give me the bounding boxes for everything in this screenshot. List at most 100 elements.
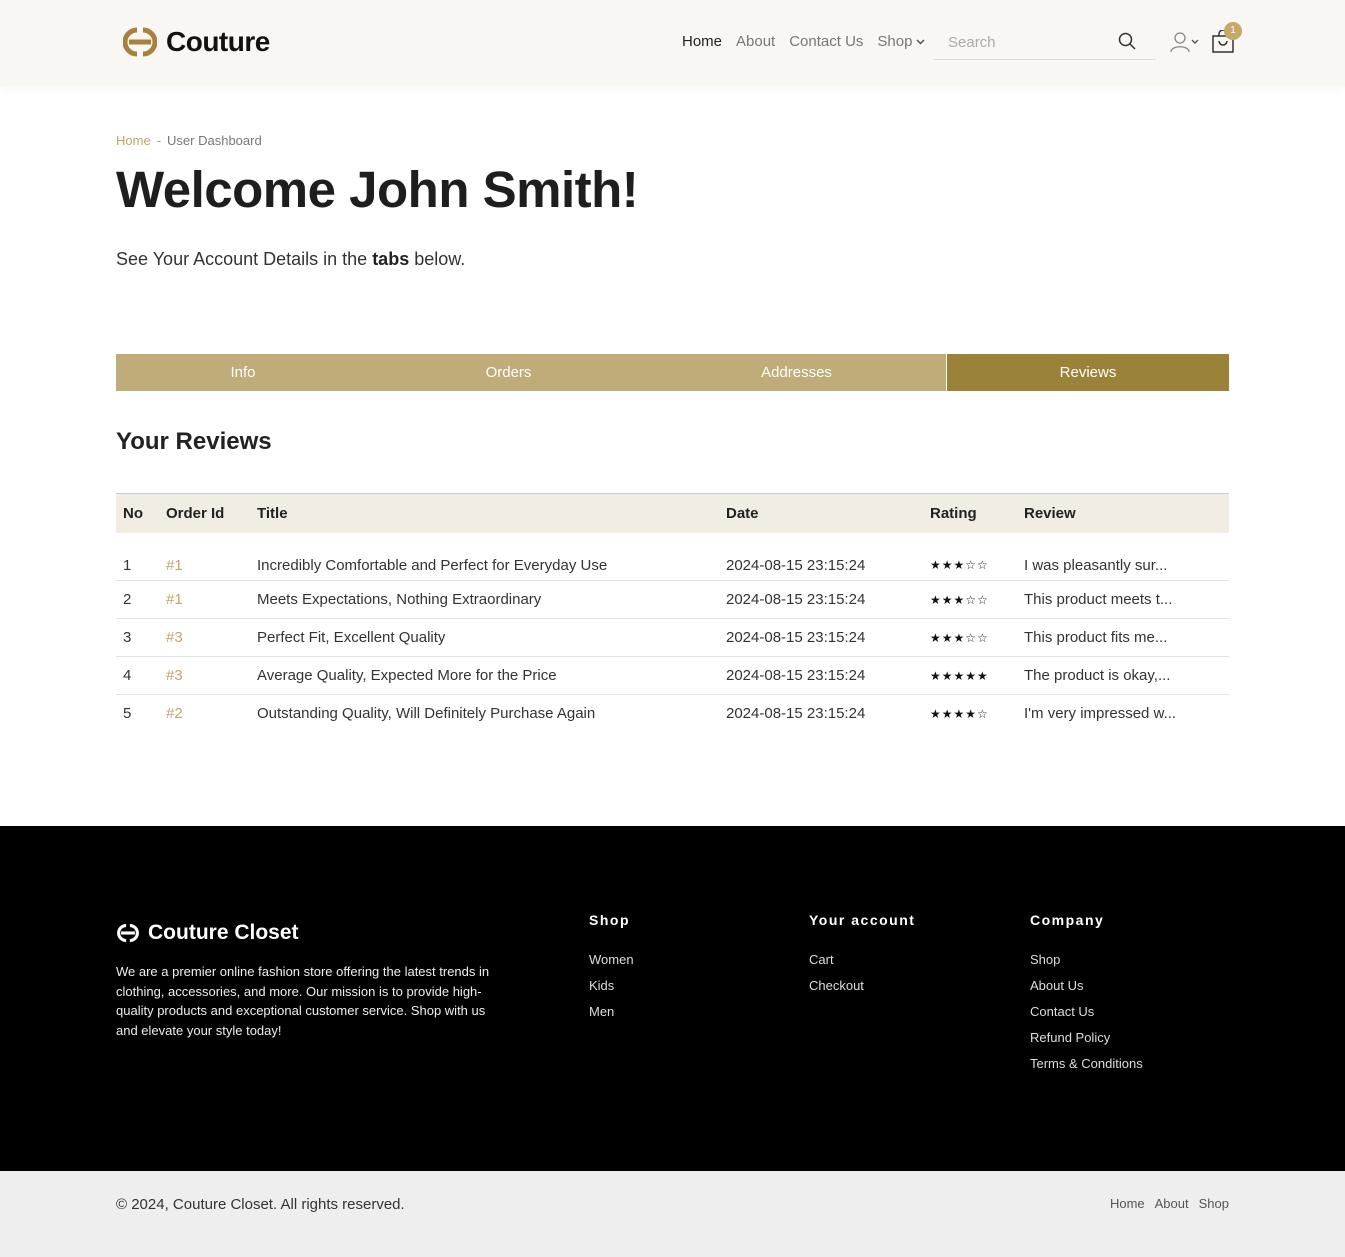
footer-link-men[interactable]: Men (589, 1004, 634, 1019)
subtitle-before: See Your Account Details in the (116, 249, 373, 269)
nav-home[interactable]: Home (682, 33, 722, 50)
site-footer: Couture Closet We are a premier online f… (0, 826, 1345, 1171)
nav-shop-label: Shop (877, 33, 913, 50)
cell-date: 2024-08-15 23:15:24 (719, 618, 923, 657)
nav-about[interactable]: About (736, 33, 775, 50)
tab-reviews[interactable]: Reviews (946, 354, 1229, 391)
footer-column-company: Company Shop About Us Contact Us Refund … (1030, 912, 1143, 1082)
subtitle-bold: tabs (372, 249, 410, 269)
brand-logo[interactable]: Couture (123, 26, 270, 58)
footer-about-text: We are a premier online fashion store of… (116, 964, 490, 1038)
cell-no: 2 (116, 580, 159, 619)
bottom-link-about[interactable]: About (1155, 1196, 1189, 1211)
tab-orders[interactable]: Orders (370, 354, 647, 391)
order-link[interactable]: #3 (159, 656, 250, 695)
breadcrumb: Home - User Dashboard (116, 133, 262, 148)
search-icon[interactable] (1118, 32, 1136, 50)
footer-link-refund-policy[interactable]: Refund Policy (1030, 1030, 1143, 1045)
dashboard-tabs: Info Orders Addresses Reviews (116, 354, 1229, 391)
table-row: 2 #1 Meets Expectations, Nothing Extraor… (116, 580, 1229, 619)
nav-contact[interactable]: Contact Us (789, 33, 863, 50)
subtitle-after: below. (409, 249, 466, 269)
footer-link-women[interactable]: Women (589, 952, 634, 967)
table-header-row: No Order Id Title Date Rating Review (116, 493, 1229, 533)
cell-review: This product fits me... (1017, 618, 1229, 657)
order-link[interactable]: #1 (159, 532, 250, 581)
site-header: Couture Home About Contact Us Shop 1 (0, 0, 1345, 86)
cell-review: This product meets t... (1017, 580, 1229, 619)
user-icon[interactable] (1170, 31, 1200, 53)
chevron-down-icon (916, 38, 925, 45)
star-rating: ★★★☆☆ (923, 580, 1017, 619)
table-row: 3 #3 Perfect Fit, Excellent Quality 2024… (116, 618, 1229, 657)
order-link[interactable]: #1 (159, 580, 250, 619)
reviews-table: No Order Id Title Date Rating Review 1 #… (116, 493, 1229, 733)
star-rating: ★★★☆☆ (923, 532, 1017, 581)
tab-info[interactable]: Info (116, 354, 370, 391)
order-link[interactable]: #3 (159, 618, 250, 657)
table-row: 5 #2 Outstanding Quality, Will Definitel… (116, 695, 1229, 733)
cell-no: 3 (116, 618, 159, 657)
footer-bottom-bar: © 2024, Couture Closet. All rights reser… (0, 1171, 1345, 1257)
footer-link-about-us[interactable]: About Us (1030, 978, 1143, 993)
logo-mark-icon (117, 923, 139, 943)
footer-link-checkout[interactable]: Checkout (809, 978, 915, 993)
section-title: Your Reviews (116, 428, 272, 455)
cart-count-badge: 1 (1224, 22, 1242, 40)
star-rating: ★★★★★ (923, 656, 1017, 695)
tab-addresses[interactable]: Addresses (647, 354, 946, 391)
cell-title: Outstanding Quality, Will Definitely Pur… (257, 705, 596, 723)
table-row: 4 #3 Average Quality, Expected More for … (116, 656, 1229, 695)
cell-date: 2024-08-15 23:15:24 (719, 656, 923, 695)
cell-date: 2024-08-15 23:15:24 (726, 705, 866, 723)
cell-review: I was pleasantly sur... (1017, 532, 1229, 581)
copyright-text: © 2024, Couture Closet. All rights reser… (116, 1196, 405, 1213)
brand-name: Couture (166, 26, 270, 57)
footer-column-account: Your account Cart Checkout (809, 912, 915, 1004)
column-header-review: Review (1024, 504, 1076, 522)
footer-heading: Shop (589, 912, 630, 928)
page-title: Welcome John Smith! (116, 161, 639, 218)
cell-review: The product is okay,... (1017, 656, 1229, 695)
bottom-link-home[interactable]: Home (1110, 1196, 1145, 1211)
nav-shop-dropdown[interactable]: Shop (877, 33, 925, 50)
star-rating: ★★★☆☆ (923, 618, 1017, 657)
footer-link-terms[interactable]: Terms & Conditions (1030, 1056, 1143, 1071)
cell-title: Average Quality, Expected More for the P… (250, 656, 719, 695)
column-header-title: Title (257, 504, 288, 522)
breadcrumb-current: User Dashboard (167, 133, 262, 148)
search-input[interactable] (934, 26, 1114, 51)
column-header-order-id: Order Id (166, 504, 225, 522)
column-header-rating: Rating (930, 504, 977, 522)
footer-heading: Your account (809, 912, 916, 928)
footer-link-kids[interactable]: Kids (589, 978, 634, 993)
bottom-links: Home About Shop (1110, 1196, 1229, 1211)
cell-no: 5 (123, 705, 132, 723)
footer-brand[interactable]: Couture Closet (116, 921, 299, 945)
cell-title: Perfect Fit, Excellent Quality (250, 618, 719, 657)
column-header-date: Date (726, 504, 759, 522)
star-rating: ★★★★☆ (930, 706, 989, 721)
table-row: 1 #1 Incredibly Comfortable and Perfect … (116, 532, 1229, 581)
main-nav: Home About Contact Us Shop (682, 33, 925, 50)
cell-review: I'm very impressed w... (1024, 705, 1177, 723)
cell-date: 2024-08-15 23:15:24 (719, 532, 923, 581)
footer-link-cart[interactable]: Cart (809, 952, 915, 967)
cell-no: 4 (116, 656, 159, 695)
footer-heading: Company (1030, 912, 1105, 928)
footer-brand-name: Couture Closet (148, 921, 299, 944)
order-link[interactable]: #2 (159, 695, 250, 733)
cell-no: 1 (116, 532, 159, 581)
search-box (934, 26, 1156, 60)
logo-mark-icon (123, 27, 157, 57)
breadcrumb-separator: - (156, 133, 162, 148)
page-subtitle: See Your Account Details in the tabs bel… (116, 249, 465, 270)
bottom-link-shop[interactable]: Shop (1199, 1196, 1229, 1211)
footer-link-shop[interactable]: Shop (1030, 952, 1143, 967)
column-header-no: No (123, 504, 143, 522)
footer-column-shop: Shop Women Kids Men (589, 912, 634, 1030)
cell-title: Meets Expectations, Nothing Extraordinar… (250, 580, 719, 619)
footer-link-contact-us[interactable]: Contact Us (1030, 1004, 1143, 1019)
cell-date: 2024-08-15 23:15:24 (719, 580, 923, 619)
breadcrumb-home[interactable]: Home (116, 133, 151, 148)
